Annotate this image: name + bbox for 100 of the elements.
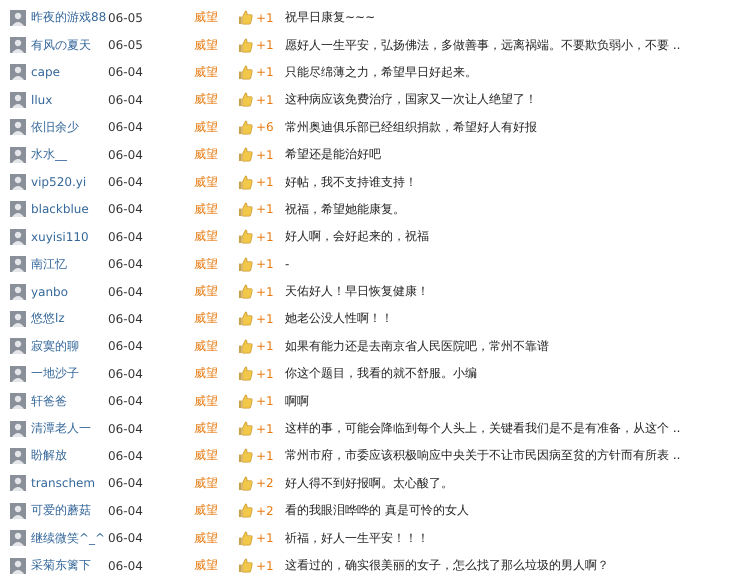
score-text: +2 [256, 504, 275, 518]
score-text: +1 [256, 531, 275, 546]
username-link[interactable]: 依旧余少 [31, 118, 106, 136]
comment-text: 你这个题目，我看的就不舒服。小编 [285, 365, 477, 382]
username-link[interactable]: 继续微笑^_^ [31, 530, 106, 547]
username-link[interactable]: cape [31, 65, 106, 80]
rating-type: 威望 [194, 256, 219, 273]
avatar-icon[interactable] [10, 475, 26, 492]
rating-type: 威望 [194, 174, 219, 191]
date-text: 06-04 [108, 202, 144, 216]
avatar-icon[interactable] [10, 174, 26, 190]
score-text: +1 [256, 38, 275, 52]
score-text: +1 [256, 148, 275, 162]
avatar-icon[interactable] [10, 256, 26, 272]
date-text: 06-04 [108, 339, 144, 354]
avatar-icon[interactable] [10, 37, 26, 54]
rating-type: 威望 [194, 338, 219, 355]
rating-type: 威望 [194, 310, 219, 328]
avatar-icon[interactable] [10, 530, 26, 546]
score-text: +1 [256, 558, 275, 572]
thumbs-up-icon [238, 147, 253, 162]
avatar-icon[interactable] [10, 338, 26, 354]
avatar-icon[interactable] [10, 558, 26, 574]
avatar-icon[interactable] [10, 201, 26, 218]
rating-type: 威望 [194, 146, 219, 164]
username-link[interactable]: 寂寞的聊 [31, 338, 106, 355]
avatar-icon[interactable] [10, 284, 26, 300]
username-link[interactable]: 南江忆 [31, 256, 106, 273]
avatar-icon[interactable] [10, 146, 26, 163]
comment-text: 愿好人一生平安，弘扬佛法，多做善事，远离祸端。不要欺负弱小，不要 .. [285, 36, 680, 54]
avatar-icon[interactable] [10, 92, 26, 108]
date-text: 06-04 [108, 284, 144, 299]
score-text: +1 [256, 448, 275, 463]
username-link[interactable]: 一地沙子 [31, 365, 106, 382]
rating-type: 威望 [194, 502, 219, 520]
username-link[interactable]: 悠悠lz [31, 310, 106, 328]
score-text: +1 [256, 257, 275, 272]
avatar-icon[interactable] [10, 393, 26, 410]
comment-text: 常州奥迪俱乐部已经组织捐款，希望好人有好报 [285, 118, 537, 136]
comment-text: 这样的事，可能会降临到每个人头上，关键看我们是不是有准备，从这个 .. [285, 420, 680, 438]
username-link[interactable]: 采菊东篱下 [31, 557, 106, 574]
avatar-icon[interactable] [10, 10, 26, 26]
avatar-icon[interactable] [10, 420, 26, 437]
username-link[interactable]: 有风の夏天 [31, 36, 106, 54]
thumbs-up-icon [238, 202, 253, 217]
date-text: 06-04 [108, 476, 144, 490]
comment-text: 好人啊，会好起来的，祝福 [285, 228, 429, 246]
comment-text: 天佑好人！早日恢复健康！ [285, 283, 429, 300]
thumbs-up-icon [238, 10, 253, 26]
thumbs-up-icon [238, 503, 253, 518]
comment-text: 好人得不到好报啊。太心酸了。 [285, 474, 453, 492]
score-text: +1 [256, 230, 275, 244]
rating-type: 威望 [194, 64, 219, 81]
avatar-icon[interactable] [10, 366, 26, 382]
avatar-icon[interactable] [10, 228, 26, 245]
thumbs-up-icon [238, 448, 253, 464]
comment-text: - [285, 257, 290, 272]
username-link[interactable]: vip520.yi [31, 175, 106, 190]
rating-type: 威望 [194, 420, 219, 438]
thumbs-up-icon [238, 530, 253, 546]
thumbs-up-icon [238, 92, 253, 108]
thumbs-up-icon [238, 284, 253, 300]
score-text: +1 [256, 394, 275, 408]
thumbs-up-icon [238, 338, 253, 354]
date-text: 06-04 [108, 422, 144, 436]
comment-text: 这看过的，确实很美丽的女子，怎么找了那么垃圾的男人啊？ [285, 557, 609, 574]
date-text: 06-04 [108, 531, 144, 546]
score-text: +2 [256, 476, 275, 490]
score-text: +6 [256, 120, 275, 134]
username-link[interactable]: blackblue [31, 202, 106, 216]
date-text: 06-04 [108, 504, 144, 518]
date-text: 06-04 [108, 394, 144, 408]
avatar-icon[interactable] [10, 310, 26, 327]
avatar-icon[interactable] [10, 119, 26, 136]
date-text: 06-04 [108, 92, 144, 107]
date-text: 06-04 [108, 148, 144, 162]
username-link[interactable]: 清潭老人一 [31, 420, 106, 438]
score-text: +1 [256, 339, 275, 354]
comment-text: 常州市府，市委应该积极响应中央关于不让市民因病至贫的方针而有所表 .. [285, 447, 680, 464]
username-link[interactable]: 盼解放 [31, 447, 106, 464]
username-link[interactable]: 可爱的蘑菇 [31, 502, 106, 520]
score-text: +1 [256, 202, 275, 216]
thumbs-up-icon [238, 311, 253, 326]
rating-type: 威望 [194, 200, 219, 218]
username-link[interactable]: xuyisi110 [31, 230, 106, 244]
username-link[interactable]: 水水__ [31, 146, 106, 164]
comment-text: 看的我眼泪哗哗的 真是可怜的女人 [285, 502, 469, 520]
username-link[interactable]: llux [31, 92, 106, 107]
username-link[interactable]: 轩爸爸 [31, 392, 106, 410]
username-link[interactable]: 昨夜的游戏88 [31, 9, 106, 26]
comment-text: 如果有能力还是去南京省人民医院吧，常州不靠谱 [285, 338, 549, 355]
username-link[interactable]: transchem [31, 476, 106, 490]
avatar-icon[interactable] [10, 64, 26, 80]
avatar-icon[interactable] [10, 448, 26, 464]
thumbs-up-icon [238, 229, 253, 244]
rating-type: 威望 [194, 557, 219, 574]
username-link[interactable]: yanbo [31, 284, 106, 299]
date-text: 06-04 [108, 120, 144, 134]
date-text: 06-04 [108, 65, 144, 80]
avatar-icon[interactable] [10, 502, 26, 519]
